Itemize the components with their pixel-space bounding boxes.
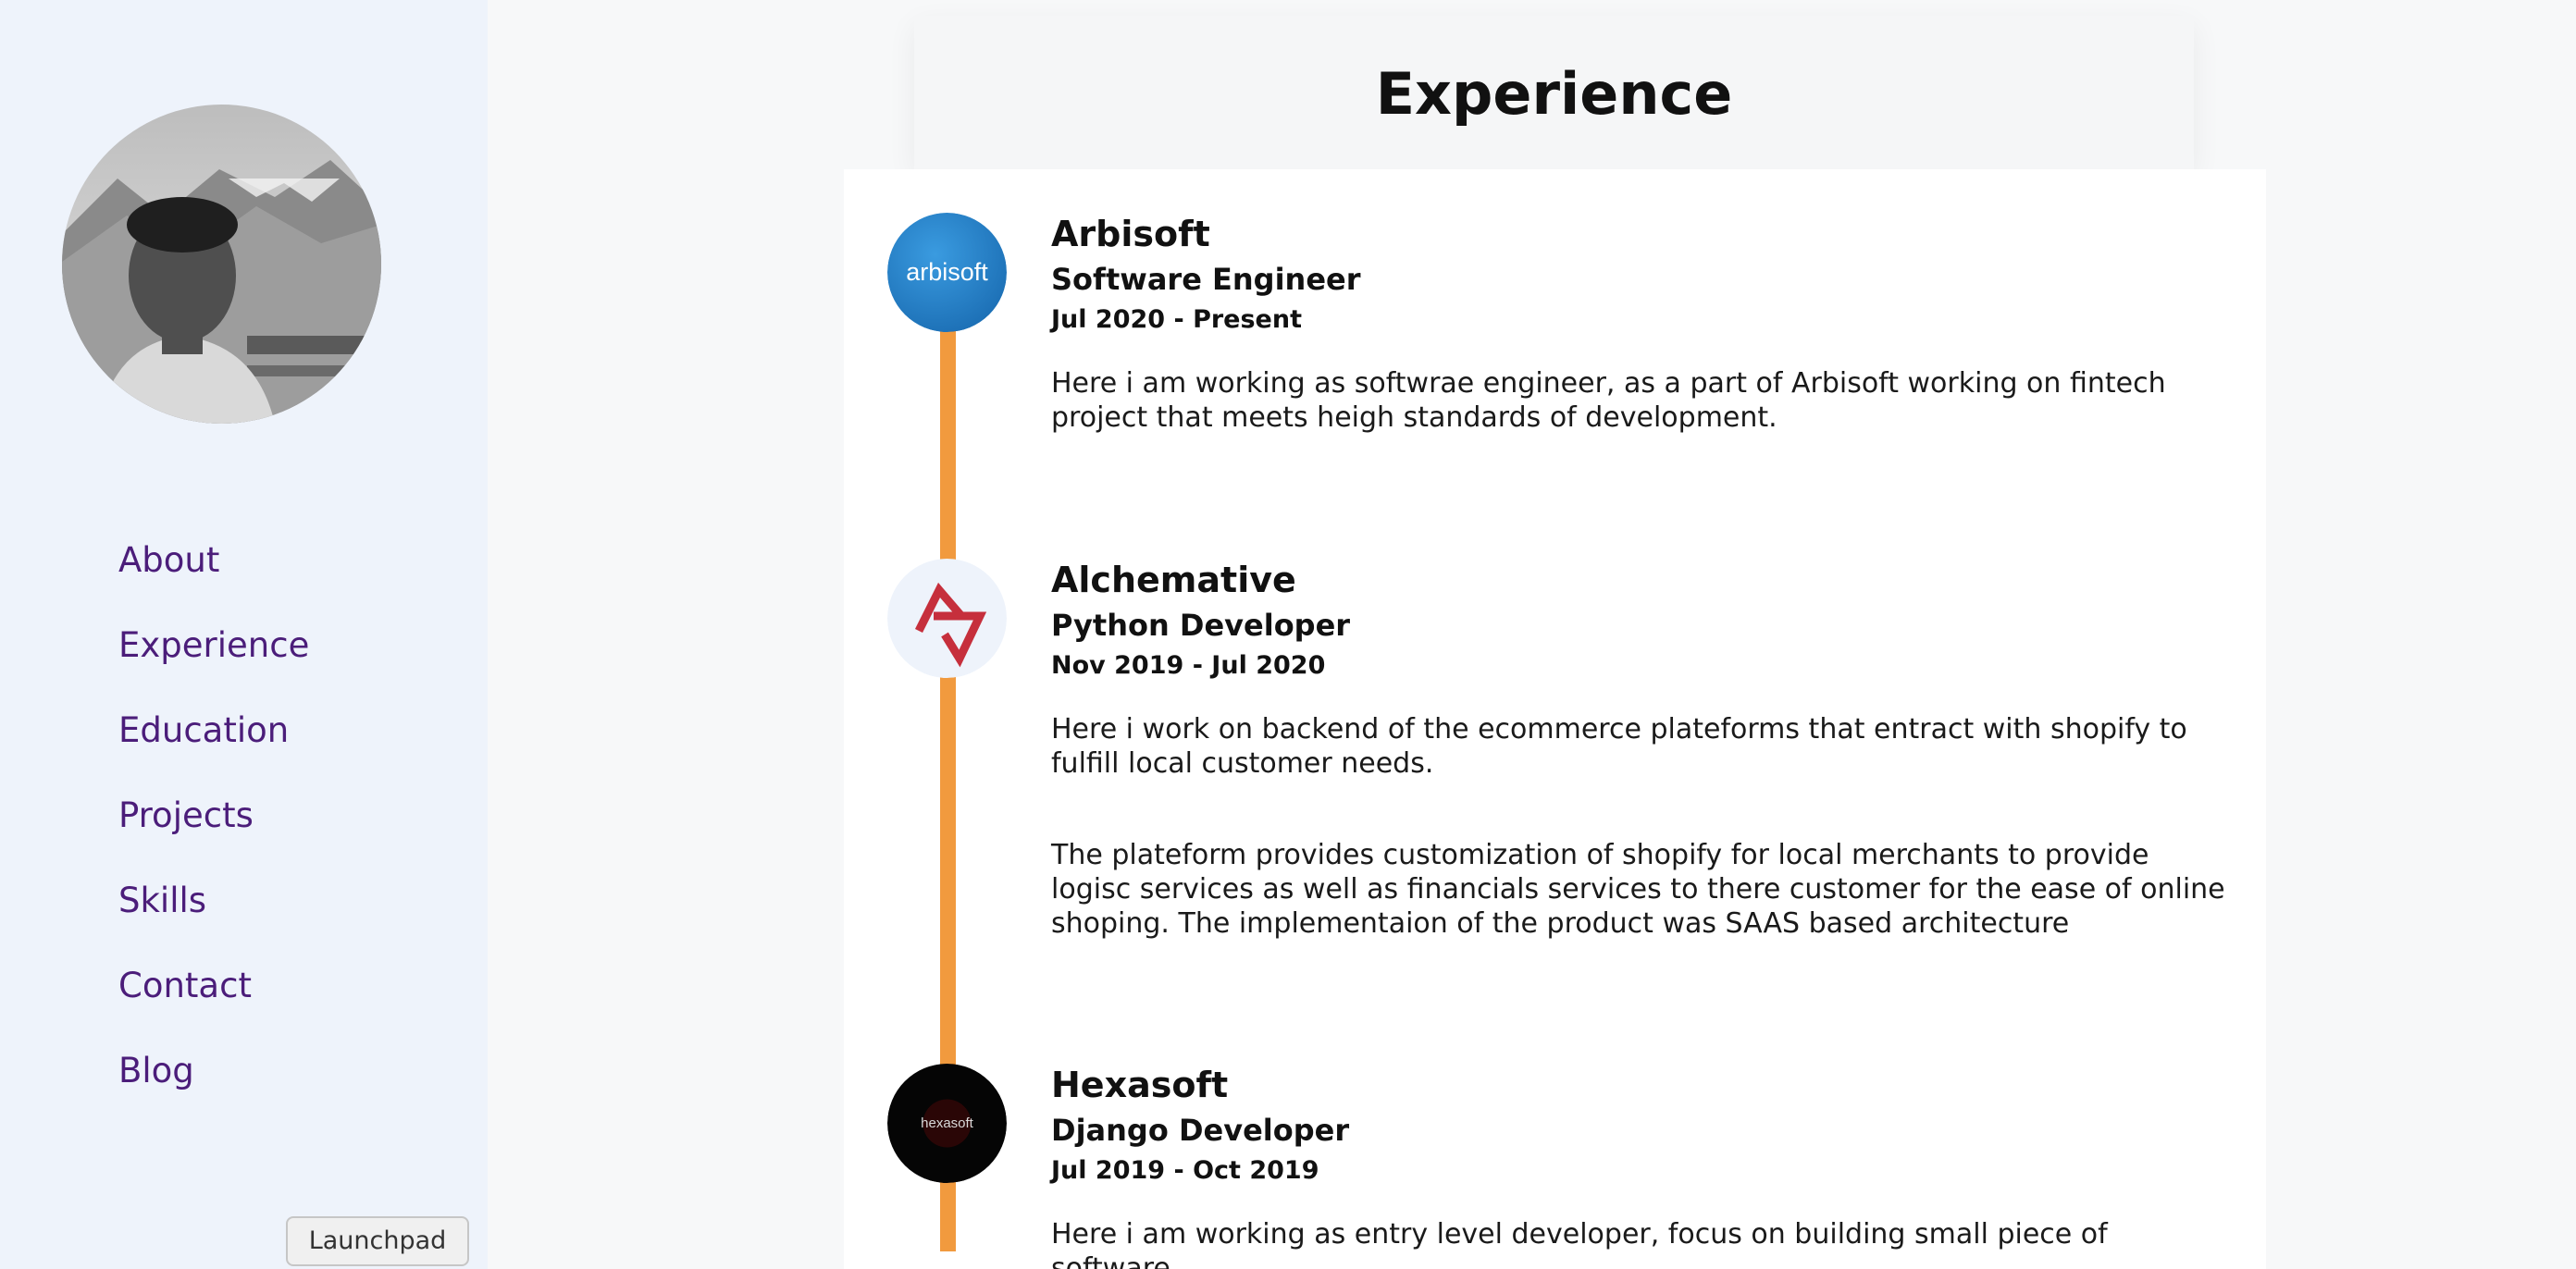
job-title: Software Engineer bbox=[1051, 262, 1361, 297]
main-nav: About Experience Education Projects Skil… bbox=[118, 532, 309, 1127]
job-description: Here i am working as softwrae engineer, … bbox=[1051, 367, 2166, 434]
company-name: Arbisoft bbox=[1051, 214, 1210, 254]
svg-text:arbisoft: arbisoft bbox=[906, 258, 988, 286]
nav-link-skills[interactable]: Skills bbox=[118, 872, 309, 957]
svg-text:hexasoft: hexasoft bbox=[921, 1115, 974, 1131]
experience-entry: Arbisoft Software Engineer Jul 2020 - Pr… bbox=[1051, 211, 2235, 435]
nav-link-blog[interactable]: Blog bbox=[118, 1042, 309, 1127]
launchpad-tooltip: Launchpad bbox=[286, 1216, 469, 1266]
arbisoft-logo: arbisoft bbox=[887, 213, 1007, 332]
nav-link-experience[interactable]: Experience bbox=[118, 617, 309, 702]
sidebar: About Experience Education Projects Skil… bbox=[0, 0, 488, 1269]
profile-avatar bbox=[62, 105, 381, 424]
job-title: Python Developer bbox=[1051, 608, 1351, 643]
experience-entry: Hexasoft Django Developer Jul 2019 - Oct… bbox=[1051, 1062, 2235, 1269]
experience-timeline: arbisoft hexasoft Arbisoft Software Engi… bbox=[844, 169, 2266, 1269]
company-name: Alchemative bbox=[1051, 560, 1296, 600]
company-name: Hexasoft bbox=[1051, 1065, 1229, 1105]
page-title: Experience bbox=[1375, 60, 1733, 128]
nav-link-education[interactable]: Education bbox=[118, 702, 309, 787]
experience-header: Experience bbox=[914, 16, 2194, 169]
alchemative-logo bbox=[887, 559, 1007, 678]
job-description: Here i work on backend of the ecommerce … bbox=[1051, 713, 2187, 780]
job-dates: Jul 2020 - Present bbox=[1051, 305, 1303, 334]
hexasoft-logo: hexasoft bbox=[887, 1064, 1007, 1183]
job-dates: Jul 2019 - Oct 2019 bbox=[1051, 1156, 1319, 1185]
job-description: Here i am working as entry level develop… bbox=[1051, 1218, 2108, 1269]
job-description: The plateform provides customization of … bbox=[1051, 839, 2225, 940]
experience-entry: Alchemative Python Developer Nov 2019 - … bbox=[1051, 557, 2235, 941]
job-dates: Nov 2019 - Jul 2020 bbox=[1051, 651, 1326, 680]
nav-link-contact[interactable]: Contact bbox=[118, 957, 309, 1042]
profile-photo-image bbox=[62, 105, 381, 424]
nav-link-projects[interactable]: Projects bbox=[118, 787, 309, 872]
nav-link-about[interactable]: About bbox=[118, 532, 309, 617]
job-title: Django Developer bbox=[1051, 1113, 1350, 1148]
